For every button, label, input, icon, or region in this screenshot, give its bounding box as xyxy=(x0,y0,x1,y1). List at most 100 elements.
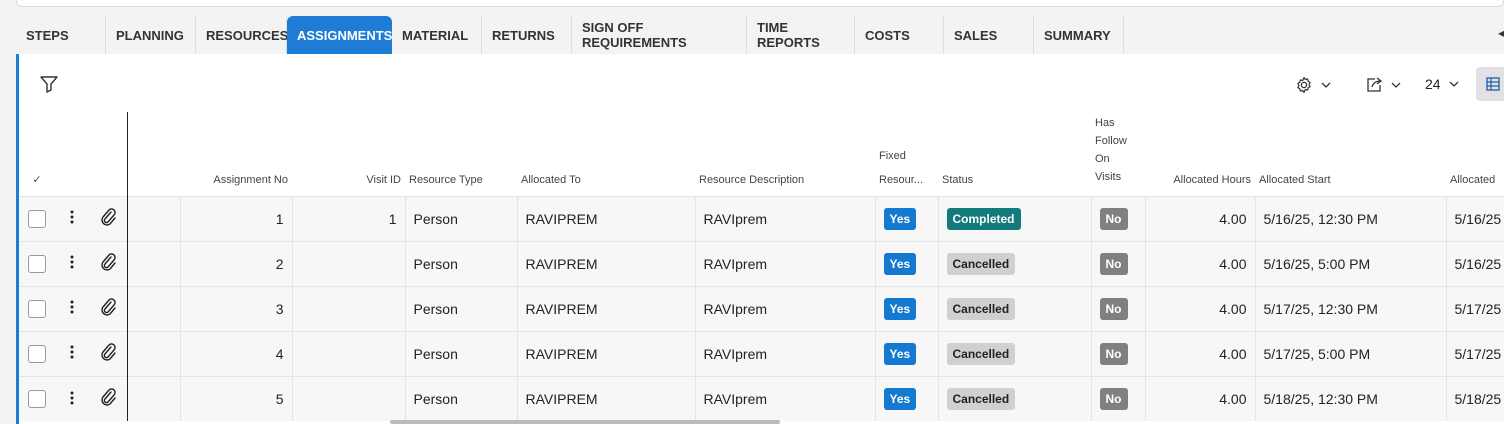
cell-visit-id[interactable] xyxy=(292,240,406,286)
row-menu-icon[interactable] xyxy=(70,210,74,227)
header-status[interactable]: Status xyxy=(938,112,1091,196)
export-button[interactable] xyxy=(1365,76,1401,94)
table-row[interactable]: 1 1 Person RAVIPREM RAVIprem Yes Completed No 4.… xyxy=(19,195,1504,241)
cell-resource-description[interactable]: RAVIprem xyxy=(695,240,876,286)
cell-visit-id[interactable] xyxy=(292,330,406,376)
cell-allocated-hours[interactable]: 4.00 xyxy=(1145,375,1256,421)
table-row[interactable]: 4 Person RAVIPREM RAVIprem Yes Cancelled No 4.0… xyxy=(19,330,1504,376)
cell-resource-description[interactable]: RAVIprem xyxy=(695,285,876,331)
page-size-select[interactable]: 24 xyxy=(1425,76,1459,92)
tab-resources[interactable]: RESOURCES xyxy=(196,16,288,54)
tab-summary[interactable]: SUMMARY xyxy=(1034,16,1124,54)
cell-allocated-hours[interactable]: 4.00 xyxy=(1145,195,1256,241)
table-row[interactable]: 2 Person RAVIPREM RAVIprem Yes Cancelled No 4.0… xyxy=(19,240,1504,286)
cell-allocated-start[interactable]: 5/17/25, 12:30 PM xyxy=(1255,285,1447,331)
header-visit-id[interactable]: Visit ID xyxy=(292,112,405,196)
tab-costs[interactable]: COSTS xyxy=(855,16,944,54)
tab-sign-off-requirements[interactable]: SIGN OFF REQUIREMENTS xyxy=(572,16,747,54)
chevron-down-icon xyxy=(1449,81,1459,87)
cell-resource-description[interactable]: RAVIprem xyxy=(695,195,876,241)
tab-assignments[interactable]: ASSIGNMENTS xyxy=(287,16,392,54)
header-allocated-to[interactable]: Allocated To xyxy=(517,112,695,196)
tab-sales[interactable]: SALES xyxy=(944,16,1034,54)
row-menu-icon[interactable] xyxy=(70,255,74,272)
tab-time-reports[interactable]: TIME REPORTS xyxy=(747,16,855,54)
header-allocated-end[interactable]: Allocated xyxy=(1446,112,1504,196)
horizontal-scrollbar[interactable] xyxy=(390,420,780,424)
attachment-icon[interactable] xyxy=(100,298,116,319)
attachment-icon[interactable] xyxy=(100,388,116,409)
cell-allocated-end[interactable]: 5/17/25 xyxy=(1446,330,1504,376)
cell-allocated-hours[interactable]: 4.00 xyxy=(1145,240,1256,286)
cell-assignment-no[interactable]: 2 xyxy=(180,240,293,286)
cell-allocated-start[interactable]: 5/16/25, 12:30 PM xyxy=(1255,195,1447,241)
row-checkbox[interactable] xyxy=(28,344,46,363)
cell-assignment-no[interactable]: 4 xyxy=(180,330,293,376)
cell-allocated-start[interactable]: 5/16/25, 5:00 PM xyxy=(1255,240,1447,286)
table-row[interactable]: 3 Person RAVIPREM RAVIprem Yes Cancelled No 4.0… xyxy=(19,285,1504,331)
row-checkbox[interactable] xyxy=(28,209,46,228)
cell-allocated-to[interactable]: RAVIPREM xyxy=(517,330,696,376)
header-resource-type[interactable]: Resource Type xyxy=(405,112,517,196)
assignments-table: ✓ Assignment No Visit ID Resource Type A… xyxy=(19,112,1504,421)
cell-resource-type[interactable]: Person xyxy=(405,375,518,421)
header-fixed-resource[interactable]: Fixed Resour... xyxy=(875,112,938,196)
attachment-icon[interactable] xyxy=(100,343,116,364)
cell-assignment-no[interactable]: 5 xyxy=(180,375,293,421)
cell-allocated-to[interactable]: RAVIPREM xyxy=(517,285,696,331)
spacer-header xyxy=(127,112,180,196)
table-row[interactable]: 5 Person RAVIPREM RAVIprem Yes Cancelled No 4.0… xyxy=(19,375,1504,421)
filter-icon[interactable] xyxy=(39,74,59,94)
tab-planning[interactable]: PLANNING xyxy=(106,16,196,54)
select-all-checkbox[interactable]: ✓ xyxy=(19,112,55,196)
cell-allocated-end[interactable]: 5/16/25 xyxy=(1446,195,1504,241)
cell-allocated-hours[interactable]: 4.00 xyxy=(1145,285,1256,331)
attachment-icon[interactable] xyxy=(100,253,116,274)
tab-material[interactable]: MATERIAL xyxy=(392,16,482,54)
row-menu-icon[interactable] xyxy=(70,300,74,317)
cell-allocated-start[interactable]: 5/18/25, 12:30 PM xyxy=(1255,375,1447,421)
top-bar xyxy=(0,0,1504,16)
spacer-cell xyxy=(127,330,181,376)
cell-allocated-hours[interactable]: 4.00 xyxy=(1145,330,1256,376)
cell-resource-type[interactable]: Person xyxy=(405,240,518,286)
cell-resource-type[interactable]: Person xyxy=(405,285,518,331)
header-has-follow-on-visits[interactable]: Has Follow On Visits xyxy=(1091,112,1145,196)
cell-allocated-to[interactable]: RAVIPREM xyxy=(517,195,696,241)
tab-bar: STEPS PLANNING RESOURCES ASSIGNMENTS MATERIA… xyxy=(16,16,1124,54)
settings-button[interactable] xyxy=(1295,76,1331,94)
cell-resource-type[interactable]: Person xyxy=(405,195,518,241)
row-checkbox[interactable] xyxy=(28,254,46,273)
row-menu-icon[interactable] xyxy=(70,391,74,408)
tab-scroll-arrow-icon[interactable]: ◂ xyxy=(1498,26,1504,40)
attachment-icon[interactable] xyxy=(100,208,116,229)
table-view-button[interactable] xyxy=(1476,67,1504,101)
cell-allocated-end[interactable]: 5/16/25 xyxy=(1446,240,1504,286)
row-checkbox[interactable] xyxy=(28,299,46,318)
tab-returns[interactable]: RETURNS xyxy=(482,16,572,54)
cell-resource-description[interactable]: RAVIprem xyxy=(695,375,876,421)
cell-allocated-end[interactable]: 5/18/25 xyxy=(1446,375,1504,421)
cell-assignment-no[interactable]: 3 xyxy=(180,285,293,331)
cell-visit-id[interactable] xyxy=(292,375,406,421)
header-assignment-no[interactable]: Assignment No xyxy=(180,112,292,196)
row-checkbox[interactable] xyxy=(28,389,46,408)
cell-visit-id[interactable]: 1 xyxy=(292,195,406,241)
cell-allocated-end[interactable]: 5/17/25 xyxy=(1446,285,1504,331)
cell-resource-type[interactable]: Person xyxy=(405,330,518,376)
header-resource-description[interactable]: Resource Description xyxy=(695,112,875,196)
follow-on-badge: No xyxy=(1099,342,1128,365)
cell-assignment-no[interactable]: 1 xyxy=(180,195,293,241)
status-badge: Cancelled xyxy=(946,387,1016,410)
toolbar: 24 xyxy=(19,54,1504,112)
cell-allocated-start[interactable]: 5/17/25, 5:00 PM xyxy=(1255,330,1447,376)
tab-steps[interactable]: STEPS xyxy=(16,16,106,54)
cell-allocated-to[interactable]: RAVIPREM xyxy=(517,240,696,286)
cell-resource-description[interactable]: RAVIprem xyxy=(695,330,876,376)
header-allocated-hours[interactable]: Allocated Hours xyxy=(1145,112,1255,196)
cell-allocated-to[interactable]: RAVIPREM xyxy=(517,375,696,421)
row-menu-icon[interactable] xyxy=(70,345,74,362)
header-allocated-start[interactable]: Allocated Start xyxy=(1255,112,1446,196)
fixed-resource-badge: Yes xyxy=(883,207,917,230)
cell-visit-id[interactable] xyxy=(292,285,406,331)
